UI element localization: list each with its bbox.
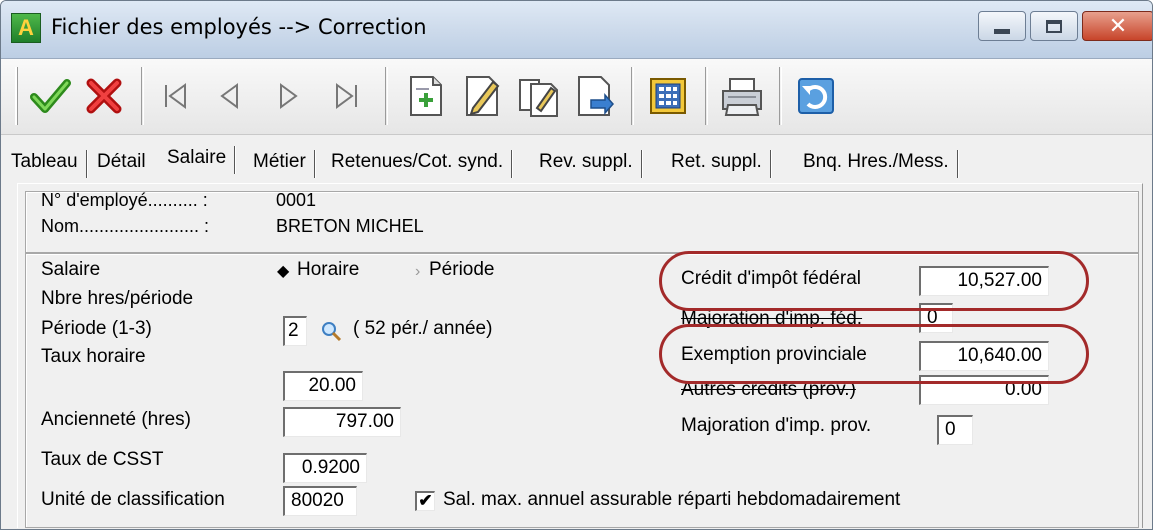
periode-input[interactable]: 2 — [283, 316, 307, 346]
print-button[interactable] — [717, 71, 767, 121]
employee-number-label: N° d'employé.......... : — [41, 190, 208, 210]
toolbar-separator — [705, 67, 708, 125]
tab-ret-suppl[interactable]: Ret. suppl. — [663, 144, 772, 180]
nbre-hres-label: Nbre hres/période — [41, 288, 194, 309]
anciennete-label: Ancienneté (hres) — [41, 409, 191, 430]
salmax-label: Sal. max. annuel assurable réparti hebdo… — [443, 489, 901, 510]
tab-label: Bnq. Hres./Mess. — [803, 151, 949, 172]
export-icon — [578, 76, 615, 116]
minimize-button[interactable] — [978, 11, 1026, 41]
calculator-button[interactable] — [643, 71, 693, 121]
cancel-button[interactable] — [79, 71, 129, 121]
toolbar-separator — [385, 67, 388, 125]
close-button[interactable]: ✕ — [1082, 11, 1152, 41]
tab-bnq-hres[interactable]: Bnq. Hres./Mess. — [795, 144, 959, 180]
accept-icon — [30, 79, 71, 113]
employee-name-label: Nom........................ : — [41, 216, 210, 236]
last-record-icon — [336, 83, 357, 109]
print-icon — [722, 78, 762, 116]
next-record-button[interactable] — [263, 71, 313, 121]
maj-provincial-label: Majoration d'imp. prov. — [681, 415, 872, 436]
maximize-button[interactable] — [1030, 11, 1078, 41]
federal-credit-label: Crédit d'impôt fédéral — [681, 268, 861, 289]
tab-label: Retenues/Cot. synd. — [331, 151, 504, 172]
first-record-button[interactable] — [151, 71, 201, 121]
toolbar-grip[interactable] — [15, 67, 18, 125]
radio-horaire-selected-icon[interactable]: ◆ — [277, 261, 289, 283]
periode-lookup-button[interactable] — [319, 319, 343, 343]
minimize-icon — [994, 28, 1010, 34]
employee-file-window: A Fichier des employés --> Correction ✕ — [0, 0, 1153, 530]
previous-record-button[interactable] — [205, 71, 255, 121]
toolbar — [1, 59, 1152, 135]
maj-provincial-input[interactable]: 0 — [937, 415, 973, 445]
magnifier-icon — [322, 322, 342, 342]
autres-credits-label: Autres crédits (prov.) — [681, 379, 856, 400]
tab-label: Métier — [253, 151, 306, 172]
anciennete-input[interactable]: 797.00 — [283, 407, 401, 437]
window-title: Fichier des employés --> Correction — [51, 15, 427, 39]
tab-label: Rev. suppl. — [539, 151, 633, 172]
provincial-exemption-input[interactable]: 10,640.00 — [919, 341, 1049, 371]
salaire-label: Salaire — [41, 259, 101, 280]
unite-classification-label: Unité de classification — [41, 489, 225, 510]
taux-horaire-label: Taux horaire — [41, 346, 146, 367]
periode-label: Période (1-3) — [41, 318, 152, 339]
maj-federal-input[interactable]: 0 — [919, 303, 953, 333]
accept-button[interactable] — [25, 71, 75, 121]
radio-horaire-label[interactable]: Horaire — [297, 259, 359, 281]
export-button[interactable] — [569, 71, 619, 121]
tab-retenues[interactable]: Retenues/Cot. synd. — [323, 144, 514, 180]
edit-all-button[interactable] — [513, 71, 563, 121]
periods-per-year-text: ( 52 pér./ année) — [353, 318, 493, 339]
csst-input[interactable]: 0.9200 — [283, 453, 367, 483]
tab-detail[interactable]: Détail — [89, 144, 154, 180]
app-logo-icon: A — [11, 13, 41, 43]
undo-icon — [798, 78, 834, 114]
first-record-icon — [165, 83, 186, 109]
close-icon: ✕ — [1108, 13, 1128, 39]
unite-classification-input[interactable]: 80020 — [283, 486, 357, 516]
radio-periode-icon[interactable]: › — [415, 261, 420, 283]
autres-credits-input[interactable]: 0.00 — [919, 375, 1049, 405]
edit-all-icon — [519, 79, 558, 117]
tab-metier[interactable]: Métier — [245, 144, 316, 180]
calculator-icon — [650, 78, 686, 114]
taux-horaire-input[interactable]: 20.00 — [283, 371, 363, 401]
radio-periode-label[interactable]: Période — [429, 259, 495, 281]
salmax-checkbox[interactable]: ✔ — [415, 491, 435, 511]
undo-button[interactable] — [791, 71, 841, 121]
employee-name-value: BRETON MICHEL — [276, 216, 424, 236]
new-document-button[interactable] — [401, 71, 451, 121]
toolbar-separator — [141, 67, 144, 125]
tab-tableau[interactable]: Tableau — [3, 144, 88, 180]
tab-label: Tableau — [11, 151, 78, 172]
tab-label: Ret. suppl. — [671, 151, 762, 172]
toolbar-separator — [779, 67, 782, 125]
cancel-icon — [86, 78, 122, 114]
edit-button[interactable] — [457, 71, 507, 121]
tab-salaire[interactable]: Salaire — [159, 140, 237, 180]
toolbar-separator — [631, 67, 634, 125]
maj-federal-label: Majoration d'imp. féd. — [681, 308, 863, 329]
tab-rev-suppl[interactable]: Rev. suppl. — [531, 144, 643, 180]
tab-label: Salaire — [167, 147, 227, 168]
federal-credit-input[interactable]: 10,527.00 — [919, 266, 1049, 296]
maximize-icon — [1046, 19, 1062, 33]
last-record-button[interactable] — [321, 71, 371, 121]
new-document-icon — [410, 76, 442, 116]
provincial-exemption-label: Exemption provinciale — [681, 344, 867, 365]
csst-label: Taux de CSST — [41, 449, 164, 470]
edit-icon — [466, 76, 500, 116]
previous-record-icon — [220, 83, 238, 109]
employee-number-value: 0001 — [276, 190, 317, 210]
tab-label: Détail — [97, 151, 146, 172]
title-bar: A Fichier des employés --> Correction ✕ — [1, 1, 1152, 59]
next-record-icon — [280, 83, 298, 109]
